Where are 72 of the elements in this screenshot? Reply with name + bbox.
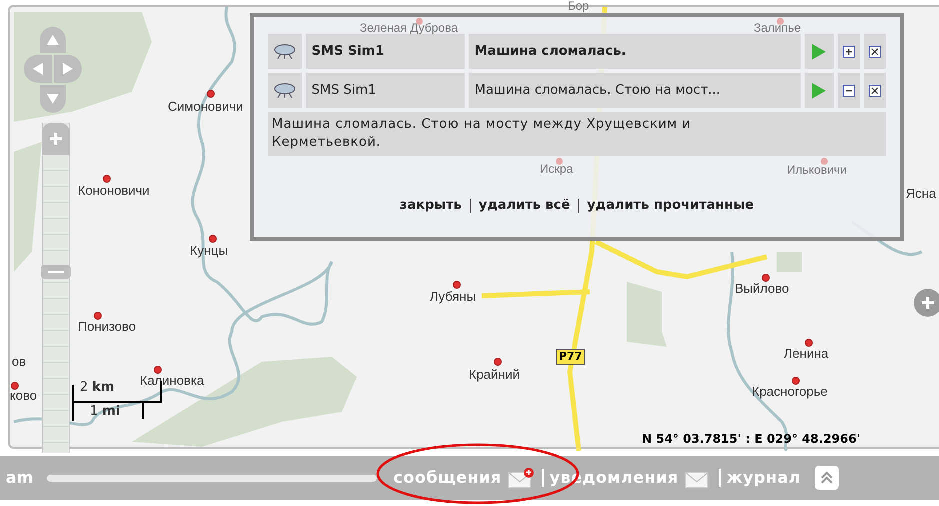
message-body: Машина сломалась. Стою на мосту между Хрущевским и Керметьевкой.	[272, 116, 692, 152]
town-label: Зеленая Дуброва	[360, 22, 458, 35]
arrow-left-icon	[32, 62, 44, 76]
pan-control[interactable]	[24, 27, 82, 113]
plus-icon	[49, 132, 63, 146]
town-label: Кононовичи	[78, 182, 150, 200]
double-chevron-up-icon	[820, 471, 834, 485]
plus-icon	[921, 296, 935, 310]
road-sign: P77	[556, 349, 586, 365]
town-label: Понизово	[78, 318, 136, 336]
expand-button[interactable]	[843, 46, 856, 58]
town-label: Крайний	[469, 366, 520, 384]
town-marker-icon	[209, 235, 217, 243]
delete-button[interactable]	[869, 84, 882, 96]
pan-right-button[interactable]	[54, 55, 82, 83]
message-preview[interactable]: Машина сломалась. Стою на мост...	[468, 73, 800, 108]
town-label: Красногорье	[752, 383, 828, 401]
town-marker-icon	[453, 281, 461, 289]
coordinates-readout: N 54° 03.7815' : E 029° 48.2966'	[642, 431, 861, 448]
town-marker-icon	[494, 358, 502, 366]
zoom-slider-thumb[interactable]	[41, 265, 71, 279]
town-label: Выйлово	[735, 280, 790, 298]
collapse-button[interactable]	[843, 84, 856, 96]
close-icon	[871, 48, 880, 56]
message-sender[interactable]: SMS Sim1	[306, 34, 465, 69]
delete-button[interactable]	[869, 46, 882, 58]
town-label: Кунцы	[190, 242, 228, 260]
pan-down-button[interactable]	[40, 85, 66, 113]
zoom-in-button[interactable]	[42, 123, 70, 155]
satellite-dish-icon	[272, 44, 297, 60]
zoom-slider-track[interactable]	[42, 123, 70, 453]
plus-icon	[845, 48, 854, 56]
town-label: Искра	[540, 163, 574, 176]
play-icon	[811, 42, 828, 60]
town-label: Ленина	[784, 345, 829, 363]
message-sender[interactable]: SMS Sim1	[306, 73, 465, 108]
play-button[interactable]	[811, 82, 828, 100]
arrow-down-icon	[46, 93, 60, 105]
bar-left-text: am	[6, 467, 34, 489]
expand-up-button[interactable]	[815, 466, 840, 490]
side-zoom-button[interactable]	[914, 289, 939, 317]
town-label: Лубяны	[430, 288, 476, 306]
town-marker-icon	[792, 377, 800, 385]
arrow-up-icon	[46, 34, 60, 46]
scale-km-label: 2 km	[80, 381, 115, 395]
town-label: Ясна	[906, 185, 936, 203]
pan-left-button[interactable]	[24, 55, 52, 83]
town-marker-icon	[154, 366, 162, 374]
town-label: ов	[12, 353, 26, 371]
town-marker-icon	[805, 339, 813, 347]
town-marker-icon	[103, 175, 111, 183]
popup-action-link[interactable]: удалить прочитанные	[587, 196, 754, 216]
scale-mi-label: 1 mi	[90, 405, 120, 419]
popup-action-link[interactable]: закрыть	[400, 196, 462, 216]
town-label: Ильковичи	[787, 164, 847, 177]
town-label: Калиновка	[140, 372, 204, 390]
town-marker-icon	[94, 312, 102, 320]
close-icon	[871, 86, 880, 94]
town-marker-icon	[416, 18, 423, 25]
town-label: Симоновичи	[168, 98, 244, 116]
town-marker-icon	[207, 90, 215, 98]
message-preview[interactable]: Машина сломалась.	[468, 34, 800, 69]
town-marker-icon	[11, 382, 19, 390]
town-label: Залипье	[754, 22, 802, 35]
satellite-dish-icon	[272, 82, 297, 98]
town-label: ково	[10, 387, 38, 405]
play-icon	[811, 82, 828, 100]
pan-up-button[interactable]	[40, 27, 66, 53]
popup-action-link[interactable]: удалить всё	[478, 196, 570, 216]
town-marker-icon	[762, 274, 770, 282]
arrow-right-icon	[62, 62, 74, 76]
play-button[interactable]	[811, 42, 828, 60]
